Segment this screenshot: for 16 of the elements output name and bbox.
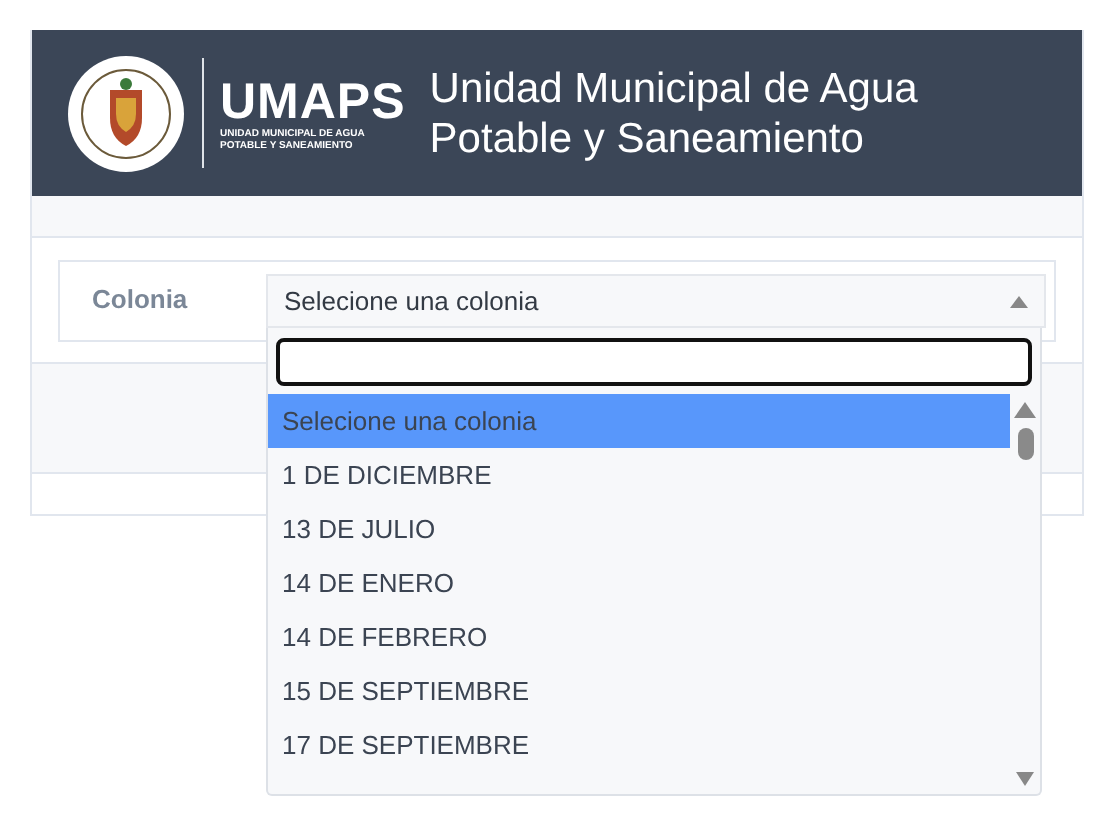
logo-text: UMAPS <box>220 75 406 127</box>
dropdown-option[interactable]: 14 DE FEBRERO <box>268 610 1010 664</box>
dropdown-option[interactable]: 14 DE ENERO <box>268 556 1010 610</box>
dropdown-option[interactable]: 15 DE SEPTIEMBRE <box>268 664 1010 718</box>
search-field[interactable] <box>276 338 1032 386</box>
dropdown-option[interactable]: 17 DE SEPTIEMBRE <box>268 718 1010 772</box>
scroll-down-icon[interactable] <box>1016 772 1034 786</box>
dropdown-option[interactable]: 1 DE DICIEMBRE <box>268 448 1010 502</box>
scroll-up-icon[interactable] <box>1014 402 1036 418</box>
field-label: Colonia <box>92 282 190 314</box>
caret-icon <box>1010 295 1028 307</box>
page-title: Unidad Municipal de Agua Potable y Saneamiento <box>429 63 920 163</box>
seal-logo-icon <box>66 53 186 173</box>
dropdown-option[interactable]: 13 DE JULIO <box>268 502 1010 556</box>
colonia-select[interactable]: Selecione una colonia <box>266 274 1046 328</box>
scrollbar-thumb[interactable] <box>1018 428 1034 460</box>
